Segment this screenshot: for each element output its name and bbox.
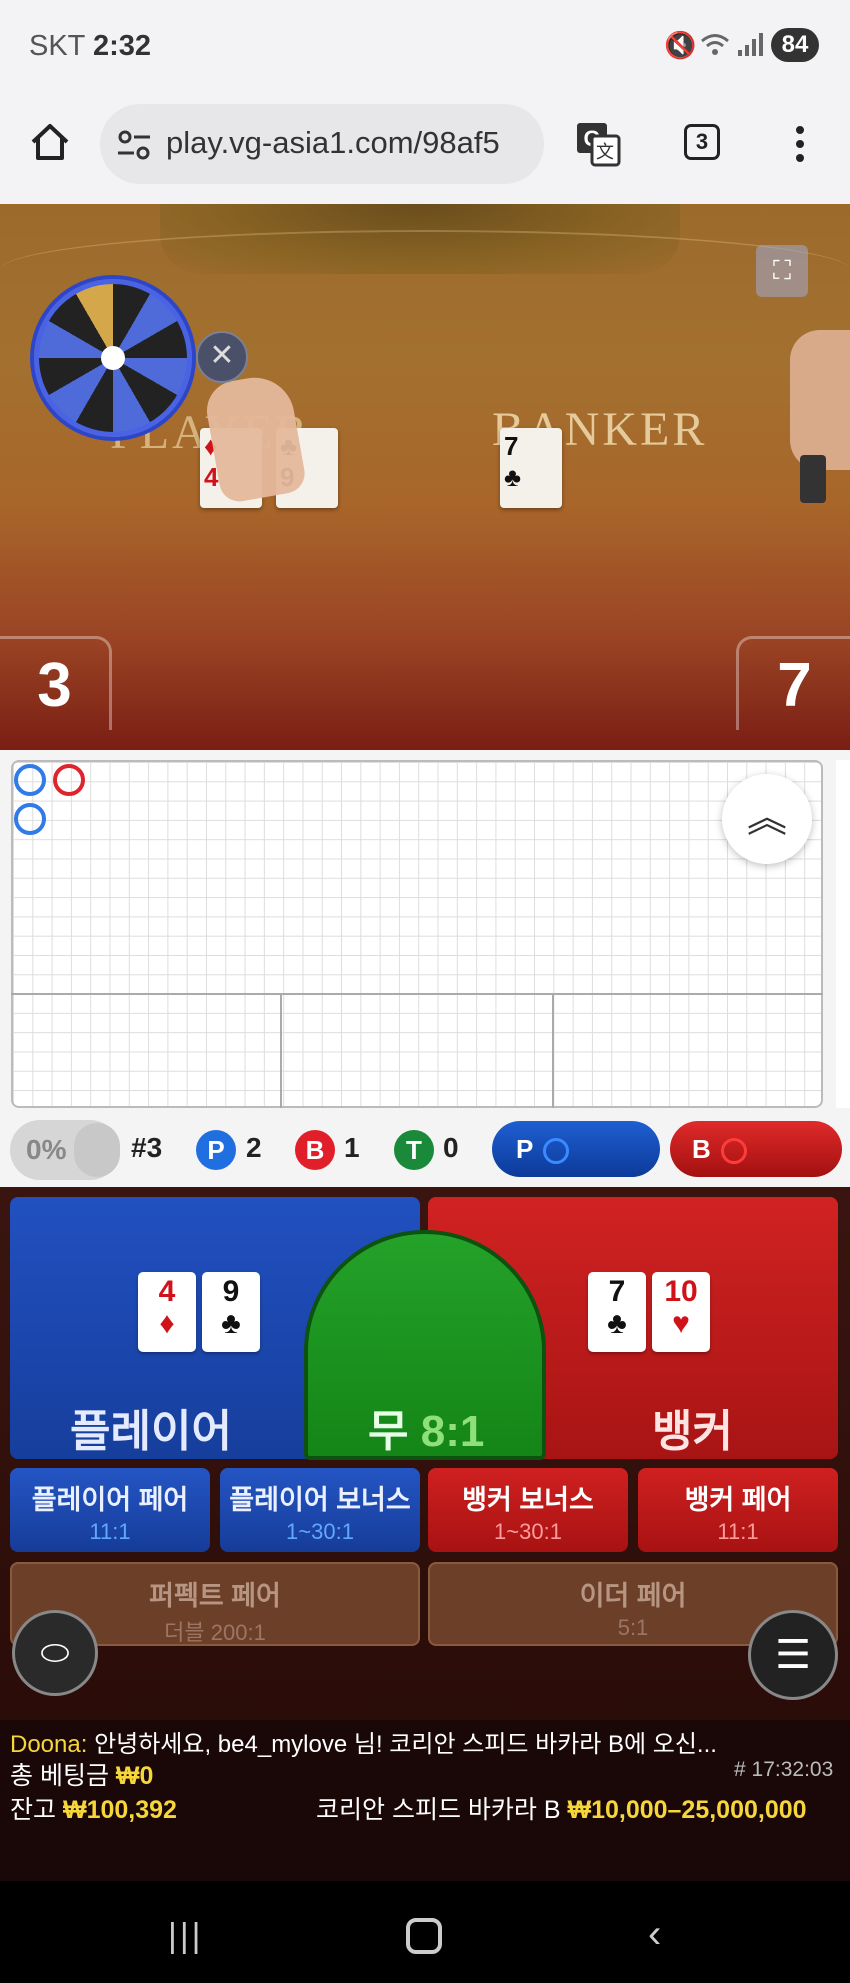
card-rank: 4 (158, 1275, 176, 1308)
toggle-knob (74, 1123, 120, 1177)
player-predict-button[interactable]: P (492, 1121, 660, 1177)
carrier-name: SKT (29, 30, 85, 62)
side-bet-odds: 11:1 (89, 1519, 131, 1544)
banker-pair-bet[interactable]: 뱅커 페어 11:1 (638, 1468, 838, 1552)
home-icon[interactable] (28, 120, 72, 164)
side-bet-name: 플레이어 페어 (31, 1485, 189, 1515)
banker-card: 7 ♣ (588, 1272, 646, 1352)
tie-count: 0 (443, 1132, 459, 1163)
home-nav-icon[interactable] (406, 1918, 442, 1954)
tab-switcher-button[interactable]: 3 (684, 124, 720, 160)
side-bet-name: 플레이어 보너스 (229, 1485, 411, 1515)
banker-bonus-bet[interactable]: 뱅커 보너스 1~30:1 (428, 1468, 628, 1552)
player-card: 4 ♦ (138, 1272, 196, 1352)
card-rank: 10 (664, 1275, 698, 1308)
wheel-hub (101, 346, 125, 370)
wifi-icon (701, 34, 729, 55)
side-bet-odds: 1~30:1 (286, 1519, 354, 1544)
url-text: play.vg-asia1.com/98af5 (166, 125, 500, 160)
player-bet-label: 플레이어 (70, 1407, 232, 1456)
card-suit: ♦ (159, 1306, 175, 1340)
mute-icon: 🔇 (664, 30, 697, 60)
side-bet-name: 뱅커 페어 (684, 1485, 792, 1515)
tie-odds: 8:1 (420, 1407, 485, 1456)
site-settings-icon[interactable] (116, 128, 152, 162)
player-bonus-bet[interactable]: 플레이어 보너스 1~30:1 (220, 1468, 420, 1552)
table-limits: ₩10,000–25,000,000 (567, 1796, 807, 1824)
chat-user: Doona: (10, 1731, 88, 1758)
table-name: 코리안 스피드 바카라 B (316, 1796, 561, 1824)
roadmap-divider (280, 993, 282, 1108)
status-clock: 2:32 (92, 30, 151, 62)
predict-label: B (692, 1134, 711, 1164)
chat-message: Doona: 안녕하세요, be4_mylove 님! 코리안 스피드 바카라 … (10, 1724, 717, 1759)
road-bead-banker (53, 764, 85, 796)
total-bet: 총 베팅금 ₩0 (10, 1756, 153, 1792)
road-bead-player (14, 764, 46, 796)
recent-apps-icon[interactable]: ||| (168, 1917, 204, 1956)
translate-icon[interactable]: G 文 (574, 120, 622, 168)
card-rank: 7 (608, 1275, 626, 1308)
more-menu-icon[interactable] (790, 122, 810, 166)
svg-text:文: 文 (596, 142, 614, 163)
close-icon[interactable]: ✕ (196, 331, 248, 383)
back-icon[interactable]: ‹ (648, 1912, 661, 1957)
side-bet-name: 뱅커 보너스 (462, 1485, 594, 1515)
player-score: 3 (0, 636, 112, 730)
card-rank: 9 (222, 1275, 240, 1308)
table-card: 7 ♣ (500, 428, 562, 508)
card-suit: ♣ (607, 1306, 627, 1340)
roadmap-divider (11, 993, 823, 995)
balance: 잔고 ₩100,392 (10, 1790, 177, 1826)
hamburger-menu-icon[interactable]: ☰ (748, 1610, 838, 1700)
expand-roadmap-button[interactable]: ︽ (722, 774, 812, 864)
tie-count-badge: T (394, 1130, 434, 1170)
side-bet-odds: 11:1 (717, 1519, 759, 1544)
fullscreen-icon[interactable]: ⛶ (756, 245, 808, 297)
player-pair-bet[interactable]: 플레이어 페어 11:1 (10, 1468, 210, 1552)
dealer-hand (790, 330, 850, 470)
game-id-time: # 17:32:03 (734, 1758, 834, 1781)
status-carrier: SKT 2:32 (29, 30, 151, 63)
banker-count-badge: B (295, 1130, 335, 1170)
round-number: #3 (131, 1132, 163, 1163)
banker-bet-label: 뱅커 (652, 1407, 733, 1456)
total-bet-value: ₩0 (115, 1762, 154, 1790)
side-bet-odds: 1~30:1 (494, 1519, 562, 1544)
predict-label: P (516, 1134, 534, 1164)
signal-icon (738, 33, 763, 56)
banker-score: 7 (736, 636, 850, 730)
side-bet-name: 이더 페어 (579, 1581, 687, 1611)
card-suit: ♣ (221, 1306, 241, 1340)
banker-predict-button[interactable]: B (670, 1121, 842, 1177)
predict-ring-icon (543, 1138, 570, 1165)
bead-road-grid[interactable] (11, 760, 823, 1108)
banker-count: 1 (344, 1132, 360, 1163)
banker-card: 10 ♥ (652, 1272, 710, 1352)
battery-icon: 84 (771, 28, 819, 62)
table-info: 코리안 스피드 바카라 B ₩10,000–25,000,000 (316, 1790, 807, 1826)
tie-title-text: 무 (368, 1407, 409, 1456)
predict-ring-icon (720, 1138, 747, 1165)
roadmap-divider (552, 993, 554, 1108)
road-bead-player (14, 803, 46, 835)
player-count: 2 (246, 1132, 262, 1163)
card-suit: ♥ (672, 1306, 690, 1340)
card-shoe (800, 455, 826, 503)
roadmap-peek (836, 760, 850, 1108)
player-count-badge: P (196, 1130, 236, 1170)
total-bet-label: 총 베팅금 (10, 1762, 109, 1790)
balance-value: ₩100,392 (62, 1796, 177, 1824)
chip-selector-button[interactable]: ⬭ (12, 1610, 98, 1696)
tie-bet-label: 무 8:1 (368, 1395, 484, 1459)
player-card: 9 ♣ (202, 1272, 260, 1352)
side-bet-name: 퍼펙트 페어 (149, 1581, 281, 1611)
balance-label: 잔고 (10, 1796, 57, 1824)
chat-text: 안녕하세요, be4_mylove 님! 코리안 스피드 바카라 B에 오신..… (94, 1731, 717, 1758)
